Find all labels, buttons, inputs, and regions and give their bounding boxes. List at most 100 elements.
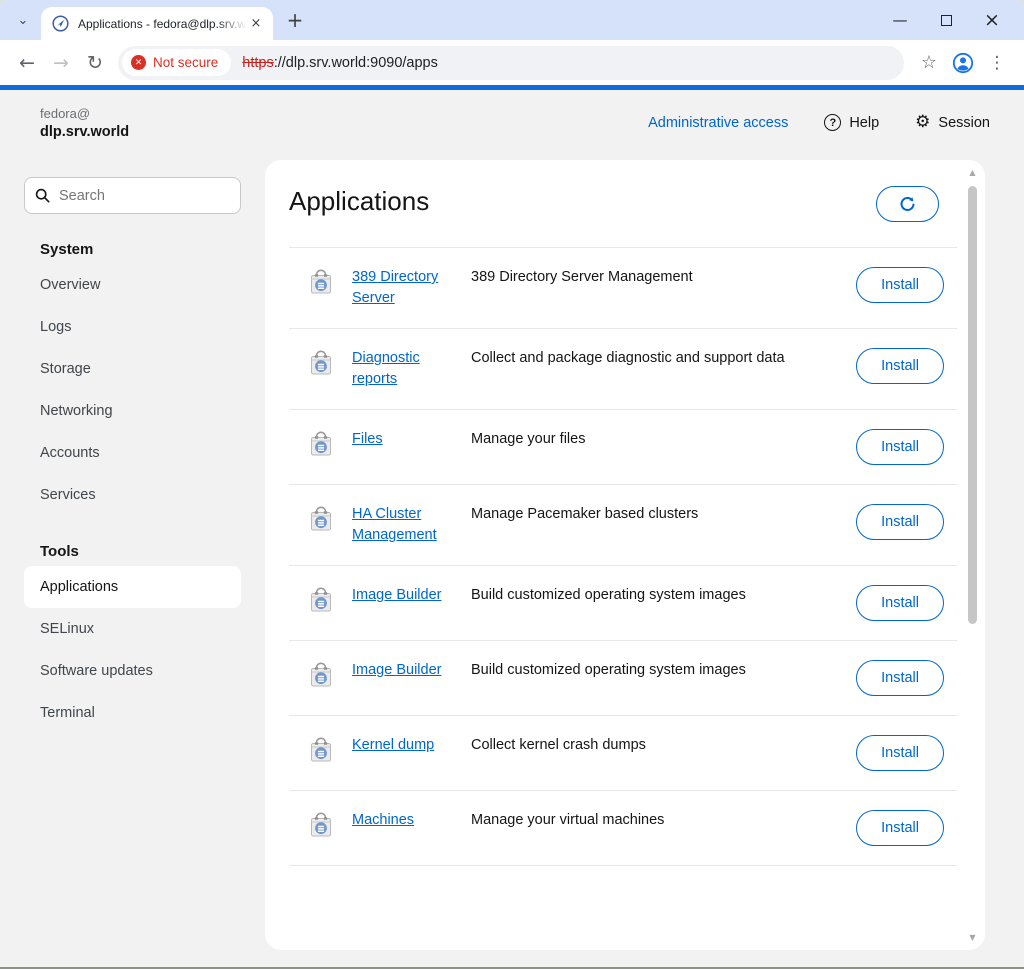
install-button[interactable]: Install — [856, 429, 944, 465]
security-label: Not secure — [153, 55, 218, 70]
help-label: Help — [849, 115, 879, 131]
tab-title: Applications - fedora@dlp.srv.world — [78, 17, 247, 31]
app-row-389-directory-server: 389 Directory Server 389 Directory Serve… — [289, 248, 957, 329]
applications-panel: Applications 389 Directory Server 389 Di… — [265, 160, 985, 950]
masthead: fedora@ dlp.srv.world Administrative acc… — [0, 90, 1024, 155]
app-row-image-builder-2: Image Builder Build customized operating… — [289, 641, 957, 716]
app-link[interactable]: Image Builder — [352, 585, 452, 606]
back-button[interactable]: ← — [10, 46, 44, 80]
search-input[interactable] — [59, 188, 230, 204]
app-link[interactable]: Kernel dump — [352, 735, 452, 756]
gear-icon: ⚙ — [915, 114, 930, 131]
app-description: Manage Pacemaker based clusters — [471, 504, 856, 525]
install-button[interactable]: Install — [856, 810, 944, 846]
app-description: 389 Directory Server Management — [471, 267, 856, 288]
url-text: https://dlp.srv.world:9090/apps — [242, 55, 438, 71]
app-description: Manage your files — [471, 429, 856, 450]
scroll-up-icon[interactable]: ▲ — [965, 168, 980, 177]
close-button[interactable]: × — [969, 0, 1015, 40]
reload-button[interactable]: ↻ — [78, 46, 112, 80]
app-row-kernel-dump: Kernel dump Collect kernel crash dumps I… — [289, 716, 957, 791]
tab-strip: ⌄ Applications - fedora@dlp.srv.world × … — [0, 0, 1024, 40]
app-link[interactable]: Files — [352, 429, 452, 450]
app-row-machines: Machines Manage your virtual machines In… — [289, 791, 957, 866]
cockpit-favicon-icon — [52, 15, 69, 32]
url-scheme: https — [242, 55, 273, 71]
install-button[interactable]: Install — [856, 660, 944, 696]
scrollbar-thumb[interactable] — [968, 186, 977, 624]
install-button[interactable]: Install — [856, 348, 944, 384]
tab-close-icon[interactable]: × — [247, 15, 265, 33]
card-header: Applications — [265, 160, 985, 222]
sidebar-item-accounts[interactable]: Accounts — [24, 432, 241, 474]
security-badge[interactable]: ✕ Not secure — [122, 49, 231, 76]
app-bag-icon — [307, 505, 335, 533]
sidebar-search[interactable] — [24, 177, 241, 214]
not-secure-icon: ✕ — [131, 55, 146, 70]
page-title: Applications — [289, 186, 429, 217]
help-menu[interactable]: ? Help — [824, 114, 879, 131]
app-bag-icon — [307, 661, 335, 689]
app-bag-icon — [307, 736, 335, 764]
sidebar-item-applications[interactable]: Applications — [24, 566, 241, 608]
app-bag-icon — [307, 586, 335, 614]
browser-menu-icon[interactable]: ⋮ — [980, 46, 1014, 80]
sidebar-item-logs[interactable]: Logs — [24, 306, 241, 348]
sidebar-section-tools: Tools — [24, 543, 241, 566]
sidebar-item-storage[interactable]: Storage — [24, 348, 241, 390]
maximize-button[interactable] — [923, 0, 969, 40]
install-button[interactable]: Install — [856, 585, 944, 621]
sidebar-item-overview[interactable]: Overview — [24, 264, 241, 306]
window-controls: — × — [877, 0, 1024, 40]
app-row-image-builder: Image Builder Build customized operating… — [289, 566, 957, 641]
minimize-button[interactable]: — — [877, 0, 923, 40]
sidebar-item-terminal[interactable]: Terminal — [24, 692, 241, 734]
sidebar-item-services[interactable]: Services — [24, 474, 241, 516]
session-menu[interactable]: ⚙ Session — [915, 114, 990, 131]
scroll-down-icon[interactable]: ▼ — [965, 933, 980, 942]
logged-in-user: fedora@ — [40, 106, 129, 121]
app-link[interactable]: Diagnostic reports — [352, 348, 452, 390]
app-link[interactable]: HA Cluster Management — [352, 504, 452, 546]
maximize-icon — [941, 15, 952, 26]
install-button[interactable]: Install — [856, 735, 944, 771]
content-scrollbar: ▲ ▼ — [965, 166, 980, 944]
sidebar-section-system: System — [24, 241, 241, 264]
app-bag-icon — [307, 268, 335, 296]
app-link[interactable]: Image Builder — [352, 660, 452, 681]
app-bag-icon — [307, 811, 335, 839]
forward-button[interactable]: → — [44, 46, 78, 80]
search-icon — [35, 188, 50, 203]
host-brand: fedora@ dlp.srv.world — [40, 106, 129, 140]
install-button[interactable]: Install — [856, 504, 944, 540]
app-link[interactable]: Machines — [352, 810, 452, 831]
app-row-files: Files Manage your files Install — [289, 410, 957, 485]
app-description: Build customized operating system images — [471, 660, 856, 681]
install-button[interactable]: Install — [856, 267, 944, 303]
help-icon: ? — [824, 114, 841, 131]
sidebar-item-networking[interactable]: Networking — [24, 390, 241, 432]
session-label: Session — [938, 115, 990, 131]
sidebar-item-selinux[interactable]: SELinux — [24, 608, 241, 650]
bookmark-star-icon[interactable]: ☆ — [912, 46, 946, 80]
sidebar-item-software-updates[interactable]: Software updates — [24, 650, 241, 692]
profile-button[interactable] — [946, 46, 980, 80]
browser-window: ⌄ Applications - fedora@dlp.srv.world × … — [0, 0, 1024, 969]
browser-tab[interactable]: Applications - fedora@dlp.srv.world × — [41, 7, 273, 40]
app-link[interactable]: 389 Directory Server — [352, 267, 452, 309]
profile-avatar-icon — [951, 51, 975, 75]
url-rest: ://dlp.srv.world:9090/apps — [274, 55, 438, 71]
chevron-down-icon: ⌄ — [18, 13, 29, 28]
app-bag-icon — [307, 349, 335, 377]
app-row-ha-cluster-management: HA Cluster Management Manage Pacemaker b… — [289, 485, 957, 566]
host-name: dlp.srv.world — [40, 124, 129, 140]
app-bag-icon — [307, 430, 335, 458]
browser-toolbar: ← → ↻ ✕ Not secure https://dlp.srv.world… — [0, 40, 1024, 85]
refresh-button[interactable] — [876, 186, 939, 222]
new-tab-button[interactable]: + — [281, 6, 309, 34]
address-bar[interactable]: ✕ Not secure https://dlp.srv.world:9090/… — [118, 46, 904, 80]
administrative-access-link[interactable]: Administrative access — [648, 115, 788, 131]
tab-search-button[interactable]: ⌄ — [10, 7, 36, 33]
app-description: Collect kernel crash dumps — [471, 735, 856, 756]
refresh-icon — [899, 196, 916, 213]
